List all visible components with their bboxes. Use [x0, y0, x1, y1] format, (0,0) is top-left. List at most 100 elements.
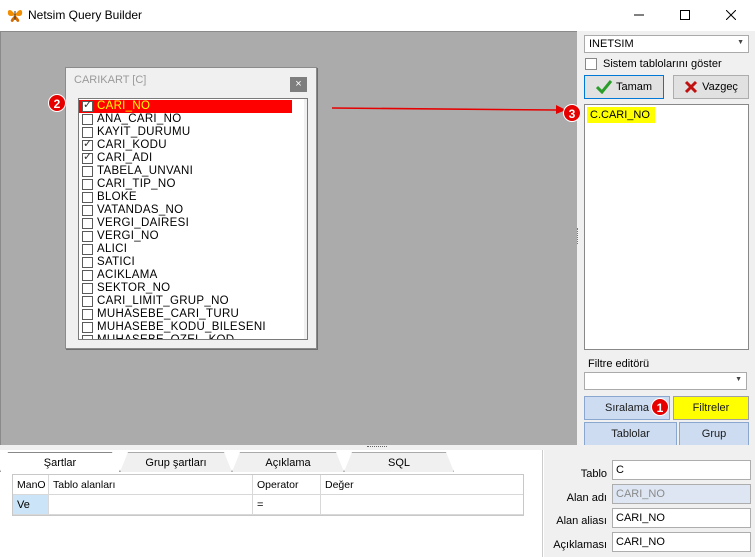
field-row[interactable]: MUHASEBE_OZEL_KOD	[79, 334, 292, 339]
chevron-down-icon: ▼	[737, 39, 744, 46]
field-checkbox[interactable]	[82, 283, 93, 294]
grid-header-operator[interactable]: Operator	[253, 475, 321, 495]
field-checkbox[interactable]	[82, 335, 93, 339]
tab-description[interactable]: Açıklama	[232, 452, 344, 472]
field-name-prop-input: CARI_NO	[612, 484, 751, 504]
field-checkbox[interactable]	[82, 151, 93, 164]
field-row[interactable]: BLOKE	[79, 191, 292, 204]
ok-button[interactable]: Tamam	[584, 75, 664, 99]
field-row[interactable]: ACIKLAMA	[79, 269, 292, 282]
field-checkbox[interactable]	[82, 99, 93, 112]
cancel-button[interactable]: Vazgeç	[673, 75, 749, 99]
description-prop-input[interactable]: CARI_NO	[612, 532, 751, 552]
field-row[interactable]: SATICI	[79, 256, 292, 269]
grid-cell-value[interactable]	[321, 495, 523, 515]
maximize-icon	[680, 10, 690, 20]
scroll-thumb[interactable]	[307, 116, 308, 152]
annotation-marker-3: 3	[563, 104, 581, 122]
field-checkbox[interactable]	[82, 257, 93, 268]
field-checkbox[interactable]	[82, 322, 93, 333]
grid-cell-table-field[interactable]	[49, 495, 253, 515]
grid-cell-manop[interactable]: Ve	[13, 495, 49, 515]
field-label: CARI_ADI	[97, 152, 153, 164]
field-row[interactable]: CARI_TIP_NO	[79, 178, 292, 191]
field-row[interactable]: TABELA_UNVANI	[79, 165, 292, 178]
database-select[interactable]: INETSIM ▼	[584, 35, 749, 53]
field-checkbox[interactable]	[82, 309, 93, 320]
field-alias-prop-input[interactable]: CARI_NO	[612, 508, 751, 528]
field-label: CARI_LIMIT_GRUP_NO	[97, 295, 229, 307]
maximize-button[interactable]	[662, 0, 708, 30]
field-label: CARI_NO	[97, 100, 151, 112]
field-row[interactable]: CARI_KODU	[79, 138, 292, 152]
group-button[interactable]: Grup	[679, 422, 749, 446]
field-checkbox[interactable]	[82, 205, 93, 216]
field-checkbox[interactable]	[82, 166, 93, 177]
field-row[interactable]: VERGI_NO	[79, 230, 292, 243]
field-checkbox[interactable]	[82, 138, 93, 151]
table-window-close-button[interactable]: ×	[290, 77, 307, 92]
field-checkbox[interactable]	[82, 244, 93, 255]
grid-header-value[interactable]: Değer	[321, 475, 523, 495]
tab-sql[interactable]: SQL	[344, 452, 454, 472]
field-row[interactable]: ALICI	[79, 243, 292, 256]
field-name-prop-label: Alan adı	[566, 492, 607, 504]
field-checkbox[interactable]	[82, 179, 93, 190]
field-row[interactable]: KAYIT_DURUMU	[79, 126, 292, 139]
chevron-down-icon: ▼	[735, 376, 742, 383]
field-label: BLOKE	[97, 191, 137, 203]
field-row[interactable]: ANA_CARI_NO	[79, 113, 292, 126]
table-window[interactable]: CARIKART [C] × CARI_NOANA_CARI_NOKAYIT_D…	[65, 67, 317, 349]
scroll-up-icon[interactable]: ⌃	[304, 99, 307, 113]
field-row[interactable]: CARI_ADI	[79, 151, 292, 165]
field-checkbox[interactable]	[82, 114, 93, 125]
minimize-button[interactable]	[616, 0, 662, 30]
field-row[interactable]: SEKTOR_NO	[79, 282, 292, 295]
annotation-marker-1: 1	[651, 398, 669, 416]
field-label: ANA_CARI_NO	[97, 113, 182, 125]
field-label: ALICI	[97, 243, 128, 255]
field-row[interactable]: CARI_LIMIT_GRUP_NO	[79, 295, 292, 308]
database-select-value: INETSIM	[589, 38, 634, 50]
conditions-grid[interactable]: ManO Tablo alanları Operator Değer Ve =	[12, 474, 524, 516]
field-list-scrollbar[interactable]: ⌃ ⌄	[304, 99, 308, 339]
grid-header-manop[interactable]: ManO	[13, 475, 49, 495]
filters-button[interactable]: Filtreler	[673, 396, 749, 420]
field-row[interactable]: VATANDAS_NO	[79, 204, 292, 217]
field-checkbox[interactable]	[82, 218, 93, 229]
field-checkbox[interactable]	[82, 270, 93, 281]
grid-cell-operator[interactable]: =	[253, 495, 321, 515]
selected-fields-list[interactable]: C.CARI_NO	[584, 104, 749, 350]
field-row[interactable]: MUHASEBE_KODU_BILESENI	[79, 321, 292, 334]
field-label: MUHASEBE_KODU_BILESENI	[97, 321, 266, 333]
field-row[interactable]: VERGI_DAIRESI	[79, 217, 292, 230]
field-checkbox[interactable]	[82, 231, 93, 242]
cancel-button-label: Vazgeç	[702, 81, 738, 93]
splitter-grip-icon	[367, 446, 387, 448]
field-row[interactable]: CARI_NO	[79, 99, 292, 113]
tab-group-conditions[interactable]: Grup şartları	[120, 452, 232, 472]
checkmark-icon	[595, 80, 612, 94]
field-checkbox[interactable]	[82, 192, 93, 203]
selected-field-item[interactable]: C.CARI_NO	[587, 107, 655, 123]
field-checkbox[interactable]	[82, 296, 93, 307]
field-label: ACIKLAMA	[97, 269, 158, 281]
field-row[interactable]: MUHASEBE_CARI_TURU	[79, 308, 292, 321]
field-checkbox[interactable]	[82, 127, 93, 138]
tab-conditions[interactable]: Şartlar	[0, 452, 120, 472]
filter-editor-input[interactable]: ▼	[584, 372, 747, 390]
grid-header-table-fields[interactable]: Tablo alanları	[49, 475, 253, 495]
field-list[interactable]: CARI_NOANA_CARI_NOKAYIT_DURUMUCARI_KODUC…	[78, 98, 308, 340]
field-label: CARI_TIP_NO	[97, 178, 176, 190]
tables-button[interactable]: Tablolar	[584, 422, 677, 446]
field-label: CARI_KODU	[97, 139, 167, 151]
scroll-down-icon[interactable]: ⌄	[304, 324, 307, 338]
filter-editor-label: Filtre editörü	[588, 358, 650, 370]
close-button[interactable]	[708, 0, 754, 30]
annotation-marker-2: 2	[48, 94, 66, 112]
table-prop-input[interactable]: C	[612, 460, 751, 480]
show-system-tables-label: Sistem tablolarını göster	[603, 58, 722, 70]
field-label: KAYIT_DURUMU	[97, 126, 191, 138]
show-system-tables-checkbox[interactable]	[585, 58, 597, 70]
field-label: VERGI_NO	[97, 230, 159, 242]
